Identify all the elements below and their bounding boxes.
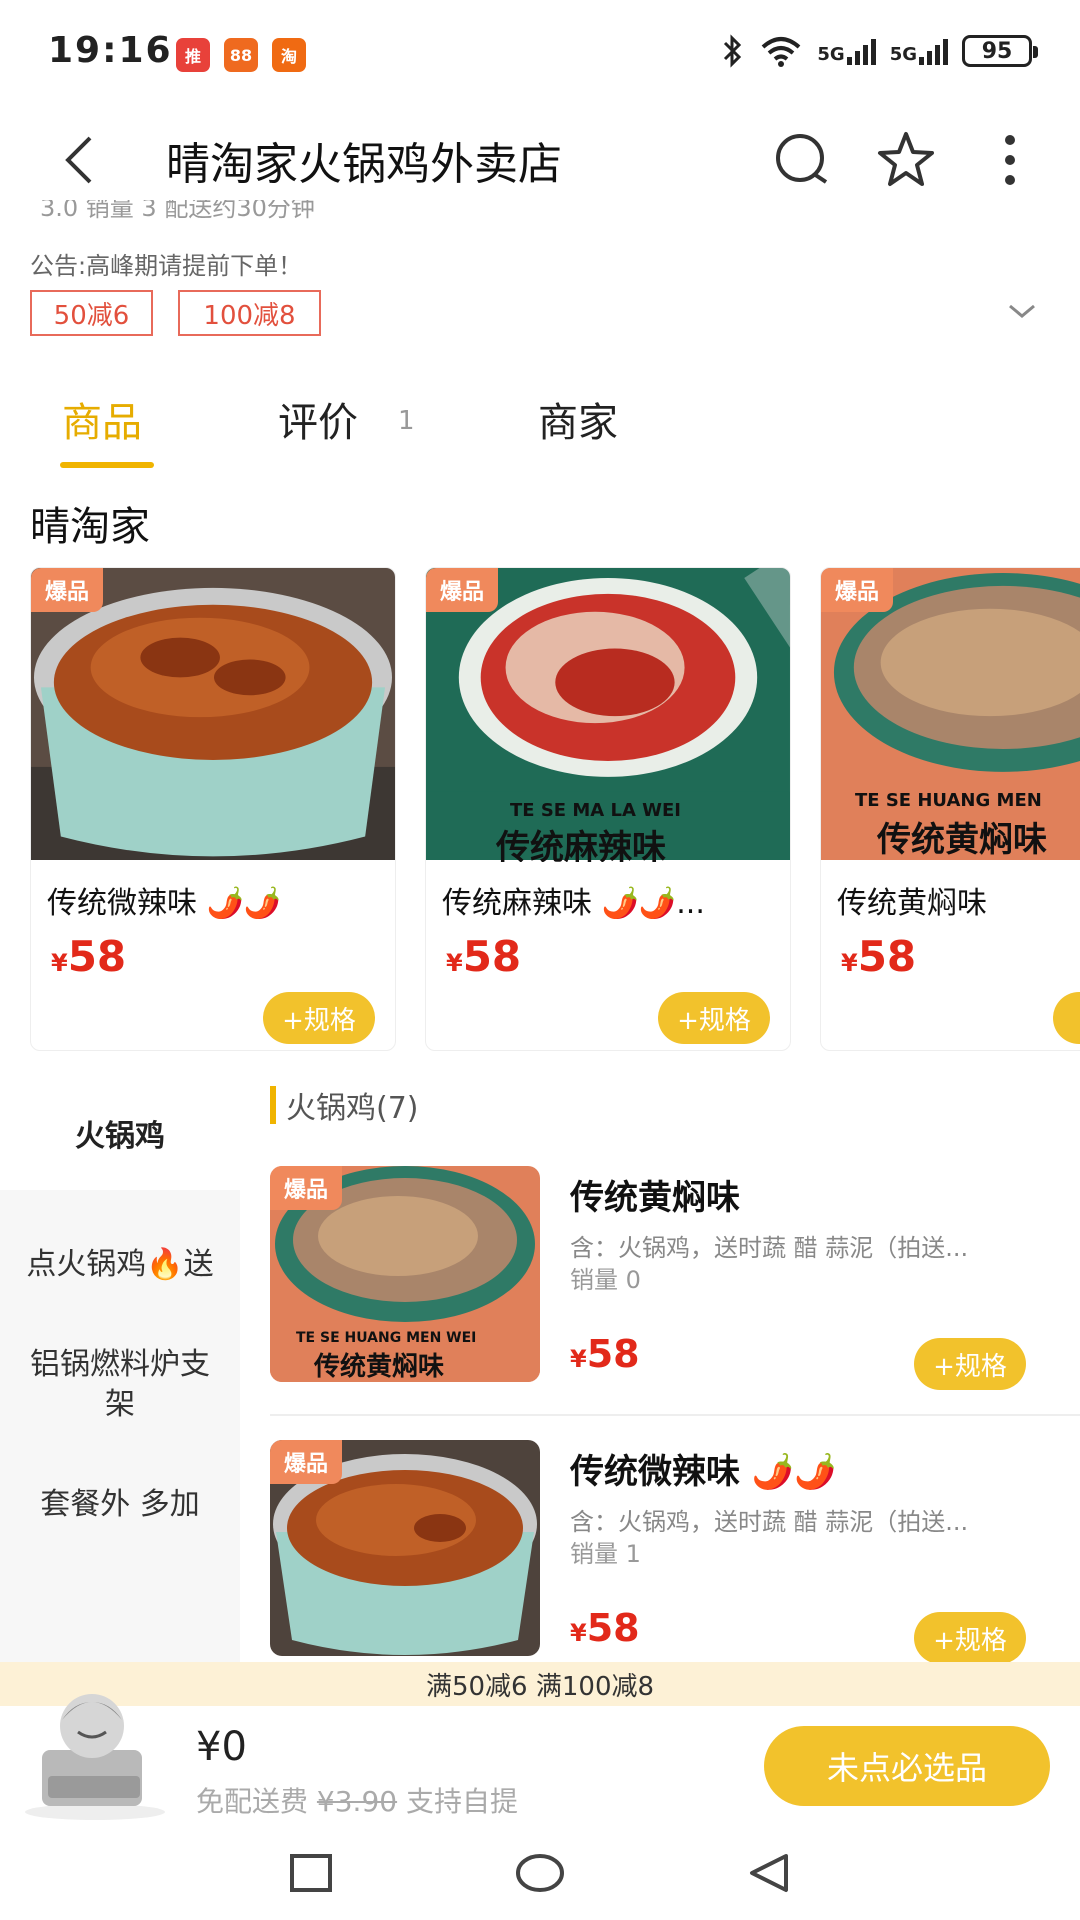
- shop-notice: 公告:高峰期请提前下单！: [30, 252, 303, 280]
- recent-apps-icon[interactable]: [280, 1848, 340, 1898]
- hot-badge: 爆品: [270, 1440, 343, 1484]
- select-spec-button[interactable]: +规格: [263, 992, 375, 1044]
- active-tab-indicator: [60, 462, 154, 468]
- image-caption-en: TE SE HUANG MEN: [855, 790, 1042, 811]
- battery-icon: 95: [962, 35, 1038, 67]
- product-name: 传统黄焖味: [570, 1178, 740, 1218]
- coupon-tag[interactable]: 50减6: [30, 290, 153, 336]
- pickup-label: 支持自提: [406, 1785, 519, 1818]
- app-notification-icon: 88: [224, 38, 258, 72]
- select-spec-button[interactable]: +规格: [658, 992, 770, 1044]
- product-price: ¥58: [446, 932, 522, 981]
- signal-5g-1: 5G: [817, 37, 876, 65]
- signal-5g-2: 5G: [890, 37, 948, 65]
- product-image: 爆品 TE SE MA LA WEI 传统麻辣味: [426, 568, 790, 862]
- heading-accent-bar: [270, 1086, 276, 1124]
- tab-merchant[interactable]: 商家: [538, 390, 618, 448]
- product-list-item[interactable]: 爆品 TE SE HUANG MEN WEI 传统黄焖味 传统黄焖味 含：火锅鸡…: [270, 1166, 1080, 1426]
- coupon-tag[interactable]: 100减8: [178, 290, 321, 336]
- product-description: 含：火锅鸡，送时蔬 醋 蒜泥（拍送...: [570, 1234, 969, 1262]
- featured-product-card[interactable]: 爆品 TE SE HUANG MEN 传统黄焖味 传统黄焖味 ¥58 +: [820, 567, 1080, 1051]
- chevron-down-icon[interactable]: [1004, 296, 1040, 326]
- hot-badge: 爆品: [31, 568, 104, 612]
- reviews-count: 1: [398, 406, 415, 436]
- app-screen: 19:16 推 88 淘 5G 5G 95 晴淘家火锅鸡外卖店 3.0 销量 3…: [0, 0, 1080, 1920]
- status-bar: 19:16 推 88 淘 5G 5G 95: [0, 0, 1080, 108]
- back-triangle-icon[interactable]: [740, 1848, 800, 1898]
- delivery-fee-label: 免配送费: [196, 1785, 309, 1818]
- product-image: 爆品: [31, 568, 395, 862]
- image-caption: 传统麻辣味: [496, 828, 666, 862]
- product-name: 传统黄焖味: [837, 886, 987, 921]
- list-divider: [270, 1414, 1080, 1416]
- category-item-order-gift[interactable]: 点火锅鸡🔥送: [0, 1215, 240, 1315]
- product-image: 爆品 TE SE HUANG MEN 传统黄焖味: [821, 568, 1080, 862]
- shop-rating-row: 3.0 销量 3 配送约30分钟: [40, 200, 315, 222]
- select-spec-button[interactable]: +: [1053, 992, 1080, 1044]
- more-menu-icon[interactable]: [978, 128, 1042, 192]
- product-sales: 销量 0: [570, 1266, 641, 1294]
- category-item-hotpot-chicken[interactable]: 火锅鸡: [0, 1085, 240, 1190]
- home-circle-icon[interactable]: [510, 1848, 570, 1898]
- top-app-bar: 晴淘家火锅鸡外卖店: [0, 108, 1080, 208]
- section-title: 晴淘家: [30, 504, 150, 550]
- product-list-item[interactable]: 爆品 传统微辣味 🌶️🌶️ 含：火锅鸡，送时蔬 醋 蒜泥（拍送... 销量 1 …: [270, 1440, 1080, 1700]
- hot-badge: 爆品: [821, 568, 894, 612]
- select-spec-button[interactable]: +规格: [914, 1612, 1026, 1664]
- product-name: 传统微辣味 🌶️🌶️: [570, 1452, 837, 1492]
- hot-badge: 爆品: [270, 1166, 343, 1210]
- signal-bars-icon: [846, 37, 876, 65]
- checkout-button[interactable]: 未点必选品: [764, 1726, 1050, 1806]
- back-arrow-icon[interactable]: [52, 130, 112, 190]
- list-heading-text: 火锅鸡(7): [286, 1091, 419, 1126]
- cart-mascot-icon[interactable]: [20, 1680, 170, 1820]
- wifi-icon: [762, 37, 801, 67]
- product-price: ¥58: [841, 932, 917, 981]
- network-type-label: 5G: [889, 44, 917, 65]
- product-image: 爆品 TE SE HUANG MEN WEI 传统黄焖味: [270, 1166, 540, 1382]
- image-caption: 传统黄焖味: [314, 1352, 445, 1382]
- favorite-star-icon[interactable]: [874, 128, 938, 192]
- product-image: 爆品: [270, 1440, 540, 1656]
- category-sidebar: 火锅鸡 点火锅鸡🔥送 铝锅燃料炉支架 套餐外 多加: [0, 1085, 240, 1750]
- signal-bars-icon: [919, 37, 948, 65]
- featured-product-card[interactable]: 爆品 TE SE MA LA WEI 传统麻辣味 传统麻辣味 🌶️🌶️... ¥…: [425, 567, 791, 1051]
- cart-total: ¥0: [196, 1724, 247, 1770]
- product-name: 传统微辣味 🌶️🌶️: [47, 886, 282, 921]
- category-item-stove-stand[interactable]: 铝锅燃料炉支架: [0, 1335, 240, 1435]
- search-icon[interactable]: [770, 128, 834, 192]
- product-description: 含：火锅鸡，送时蔬 醋 蒜泥（拍送...: [570, 1508, 969, 1536]
- category-item-extras[interactable]: 套餐外 多加: [0, 1455, 240, 1555]
- delivery-info: 免配送费 ¥3.90 支持自提: [196, 1780, 518, 1820]
- product-sales: 销量 1: [570, 1540, 641, 1568]
- system-nav-bar: [0, 1826, 1080, 1920]
- tab-reviews[interactable]: 评价: [278, 390, 358, 448]
- app-notification-icon: 推: [176, 38, 210, 72]
- cart-bar: ¥0 免配送费 ¥3.90 支持自提 未点必选品: [0, 1694, 1080, 1826]
- status-icons: 5G 5G 95: [721, 34, 1038, 68]
- network-type-label: 5G: [817, 44, 845, 65]
- list-section-heading: 火锅鸡(7): [270, 1083, 419, 1127]
- hot-badge: 爆品: [426, 568, 499, 612]
- taobao-notification-icon: 淘: [272, 38, 306, 72]
- shop-info: 3.0 销量 3 配送约30分钟 公告:高峰期请提前下单！ 50减6 100减8: [0, 200, 1080, 340]
- status-time: 19:16: [48, 30, 173, 71]
- product-price: ¥58: [570, 1332, 640, 1376]
- bluetooth-icon: [724, 34, 742, 68]
- image-caption-en: TE SE HUANG MEN WEI: [296, 1330, 477, 1346]
- product-price: ¥58: [51, 932, 127, 981]
- product-price: ¥58: [570, 1606, 640, 1650]
- page-title: 晴淘家火锅鸡外卖店: [166, 139, 562, 190]
- product-name: 传统麻辣味 🌶️🌶️...: [442, 886, 705, 921]
- image-caption: 传统黄焖味: [877, 820, 1047, 860]
- select-spec-button[interactable]: +规格: [914, 1338, 1026, 1390]
- tab-bar: 商品 评价 1 商家: [0, 390, 1080, 470]
- tab-goods[interactable]: 商品: [62, 390, 142, 448]
- original-delivery-fee: ¥3.90: [316, 1785, 398, 1818]
- featured-product-card[interactable]: 爆品 传统微辣味 🌶️🌶️ ¥58 +规格: [30, 567, 396, 1051]
- image-caption-en: TE SE MA LA WEI: [510, 800, 681, 821]
